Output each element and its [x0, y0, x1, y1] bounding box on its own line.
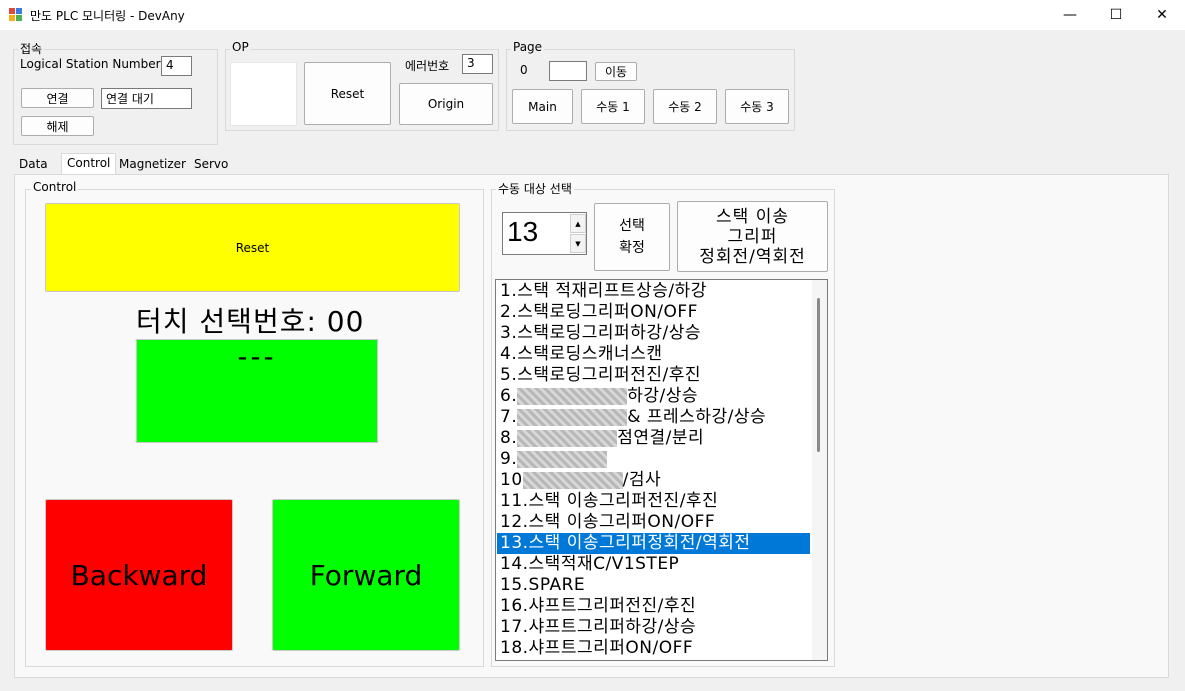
op-group-label: OP	[230, 40, 251, 54]
error-number-label: 에러번호	[405, 59, 450, 73]
green-status-display: ---	[136, 339, 378, 443]
tab-magnetizer[interactable]: Magnetizer	[114, 156, 191, 174]
list-item[interactable]: 8. 점연결/분리	[497, 428, 810, 449]
page-manual-2-button[interactable]: 수동 2	[653, 89, 717, 124]
list-item[interactable]: 15.SPARE	[497, 575, 810, 596]
origin-button[interactable]: Origin	[399, 83, 493, 125]
list-scrollbar[interactable]	[812, 280, 827, 660]
minimize-icon[interactable]: —	[1047, 0, 1093, 30]
tab-servo[interactable]: Servo	[189, 156, 233, 174]
spinner-down-icon[interactable]: ▼	[570, 234, 586, 253]
tab-control[interactable]: Control	[61, 153, 117, 175]
close-icon[interactable]: ✕	[1139, 0, 1185, 30]
maximize-icon[interactable]: ☐	[1093, 0, 1139, 30]
list-item-label: 14.스택적재C/V1STEP	[500, 554, 680, 574]
list-item-label: 10	[500, 470, 523, 490]
selected-target-line2: 그리퍼	[727, 226, 778, 247]
list-item[interactable]: 17.샤프트그리퍼하강/상승	[497, 617, 810, 638]
confirm-selection-line1: 선택	[619, 218, 645, 234]
list-item-label: 8.	[500, 428, 518, 448]
list-item[interactable]: 9.	[497, 449, 810, 470]
list-item-label: 9.	[500, 449, 518, 469]
connect-button[interactable]: 연결	[21, 88, 94, 108]
list-item-label: 3.스택로딩그리퍼하강/상승	[500, 323, 701, 343]
window-title: 만도 PLC 모니터링 - DevAny	[30, 9, 185, 23]
list-item[interactable]: 14.스택적재C/V1STEP	[497, 554, 810, 575]
page-number-input[interactable]	[549, 61, 587, 81]
list-item[interactable]: 18.샤프트그리퍼ON/OFF	[497, 638, 810, 659]
list-item-label: 11.스택 이송그리퍼전진/후진	[500, 491, 719, 511]
list-item[interactable]: 4.스택로딩스캐너스캔	[497, 344, 810, 365]
redacted-text	[522, 471, 623, 489]
control-group-label: Control	[31, 180, 79, 194]
list-item[interactable]: 1.스택 적재리프트상승/하강	[497, 281, 810, 302]
current-page-value: 0	[520, 63, 528, 77]
connection-group-label: 접속	[18, 40, 45, 57]
op-display-box	[230, 62, 297, 126]
page-move-button[interactable]: 이동	[595, 62, 637, 81]
touch-selection-label: 터치 선택번호: 00	[136, 305, 365, 338]
list-item-label: 7.	[500, 407, 518, 427]
list-item[interactable]: 10/검사	[497, 470, 810, 491]
target-number-spinner[interactable]: 13 ▲ ▼	[502, 212, 587, 255]
list-item[interactable]: 3.스택로딩그리퍼하강/상승	[497, 323, 810, 344]
list-item-label-suffix: /검사	[622, 470, 662, 490]
list-item-label-suffix: 하강/상승	[627, 386, 699, 406]
tab-data[interactable]: Data	[14, 156, 53, 174]
confirm-selection-button[interactable]: 선택 확정	[594, 203, 670, 271]
redacted-text	[517, 450, 608, 468]
manual-target-items: 1.스택 적재리프트상승/하강 2.스택로딩그리퍼ON/OFF 3.스택로딩그리퍼하…	[497, 281, 810, 659]
error-number-input[interactable]: 3	[462, 54, 493, 74]
list-item[interactable]: 2.스택로딩그리퍼ON/OFF	[497, 302, 810, 323]
list-item[interactable]: 6. 하강/상승	[497, 386, 810, 407]
title-bar: 만도 PLC 모니터링 - DevAny — ☐ ✕	[0, 0, 1185, 30]
selected-target-line3: 정회전/역회전	[699, 246, 806, 267]
manual-target-list[interactable]: 1.스택 적재리프트상승/하강 2.스택로딩그리퍼ON/OFF 3.스택로딩그리퍼하…	[495, 279, 828, 661]
connection-status-field[interactable]: 연결 대기	[101, 88, 192, 109]
list-item[interactable]: 12.스택 이송그리퍼ON/OFF	[497, 512, 810, 533]
app-icon	[9, 8, 22, 21]
spinner-up-icon[interactable]: ▲	[570, 214, 586, 233]
list-item[interactable]: 13.스택 이송그리퍼정회전/역회전	[497, 533, 810, 554]
manual-target-group-label: 수동 대상 선택	[496, 180, 574, 197]
station-number-input[interactable]: 4	[161, 56, 192, 76]
list-item[interactable]: 5.스택로딩그리퍼전진/후진	[497, 365, 810, 386]
confirm-selection-line2: 확정	[619, 240, 645, 256]
list-item-label: 17.샤프트그리퍼하강/상승	[500, 617, 697, 637]
op-reset-button[interactable]: Reset	[304, 62, 391, 125]
spinner-value: 13	[507, 216, 539, 247]
station-number-label: Logical Station Number	[20, 57, 161, 71]
selected-target-line1: 스택 이송	[716, 206, 789, 227]
redacted-text	[517, 429, 618, 447]
backward-button[interactable]: Backward	[45, 499, 233, 651]
control-reset-button[interactable]: Reset	[45, 203, 460, 292]
page-manual-1-button[interactable]: 수동 1	[581, 89, 645, 124]
list-item-label: 1.스택 적재리프트상승/하강	[500, 281, 707, 301]
list-item-label: 16.샤프트그리퍼전진/후진	[500, 596, 697, 616]
list-item-label-suffix: & 프레스하강/상승	[627, 407, 767, 427]
disconnect-button[interactable]: 해제	[21, 116, 94, 136]
redacted-text	[517, 408, 628, 426]
list-item-label: 6.	[500, 386, 518, 406]
list-item-label: 13.스택 이송그리퍼정회전/역회전	[500, 533, 751, 553]
page-main-button[interactable]: Main	[512, 89, 573, 124]
list-item[interactable]: 7. & 프레스하강/상승	[497, 407, 810, 428]
page-manual-3-button[interactable]: 수동 3	[725, 89, 789, 124]
selected-target-display[interactable]: 스택 이송 그리퍼 정회전/역회전	[677, 201, 828, 272]
list-scrollbar-thumb[interactable]	[817, 298, 820, 452]
page-group-label: Page	[511, 40, 545, 54]
forward-button[interactable]: Forward	[272, 499, 460, 651]
list-item-label: 15.SPARE	[500, 575, 586, 595]
list-item-label: 4.스택로딩스캐너스캔	[500, 344, 663, 364]
list-item-label: 2.스택로딩그리퍼ON/OFF	[500, 302, 698, 322]
list-item[interactable]: 11.스택 이송그리퍼전진/후진	[497, 491, 810, 512]
redacted-text	[517, 387, 628, 405]
list-item-label: 5.스택로딩그리퍼전진/후진	[500, 365, 701, 385]
list-item[interactable]: 16.샤프트그리퍼전진/후진	[497, 596, 810, 617]
list-item-label: 12.스택 이송그리퍼ON/OFF	[500, 512, 716, 532]
list-item-label-suffix: 점연결/분리	[617, 428, 705, 448]
list-item-label: 18.샤프트그리퍼ON/OFF	[500, 638, 694, 658]
